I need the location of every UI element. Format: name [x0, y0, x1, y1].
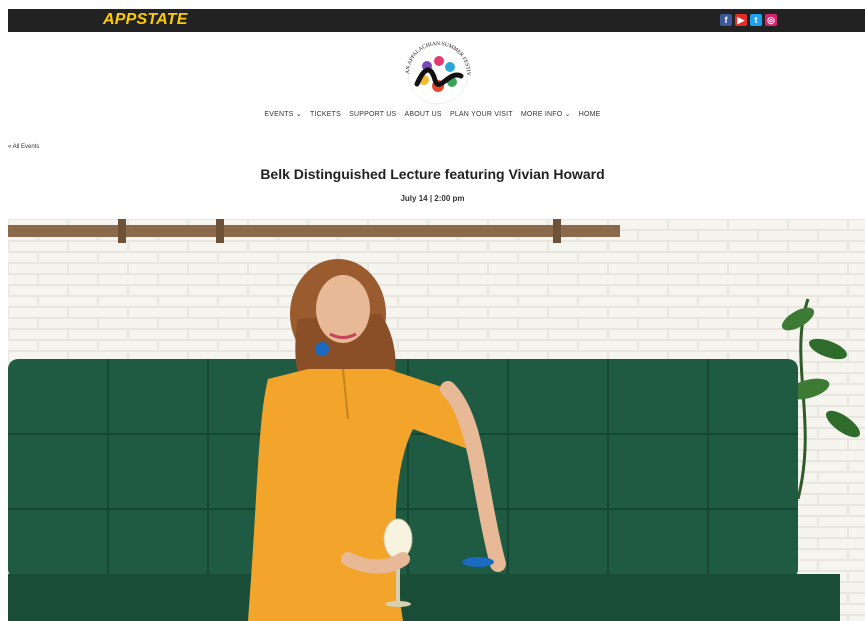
main-nav: EVENTS ⌄ TICKETS SUPPORT US ABOUT US PLA… [0, 110, 865, 118]
event-date: July 14 | 2:00 pm [400, 194, 465, 203]
nav-about-us[interactable]: ABOUT US [405, 111, 442, 118]
nav-events[interactable]: EVENTS ⌄ [264, 111, 301, 118]
social-links: f ▶ t ◎ [720, 14, 777, 26]
top-bar: APPSTATE f ▶ t ◎ [8, 9, 865, 32]
nav-home[interactable]: HOME [579, 111, 601, 118]
nav-support-us[interactable]: SUPPORT US [349, 111, 396, 118]
festival-logo[interactable]: AN APPALACHIAN SUMMER FESTIVAL [391, 32, 483, 106]
photo-illustration [8, 219, 865, 621]
instagram-icon[interactable]: ◎ [765, 14, 777, 26]
facebook-icon[interactable]: f [720, 14, 732, 26]
nav-more-info[interactable]: MORE INFO ⌄ [521, 111, 571, 118]
nav-plan-your-visit[interactable]: PLAN YOUR VISIT [450, 111, 513, 118]
event-title: Belk Distinguished Lecture featuring Viv… [260, 166, 605, 182]
event-hero-image [8, 219, 865, 621]
all-events-link[interactable]: « All Events [8, 144, 39, 150]
twitter-icon[interactable]: t [750, 14, 762, 26]
appstate-logo[interactable]: APPSTATE [103, 11, 188, 29]
youtube-icon[interactable]: ▶ [735, 14, 747, 26]
nav-tickets[interactable]: TICKETS [310, 111, 341, 118]
